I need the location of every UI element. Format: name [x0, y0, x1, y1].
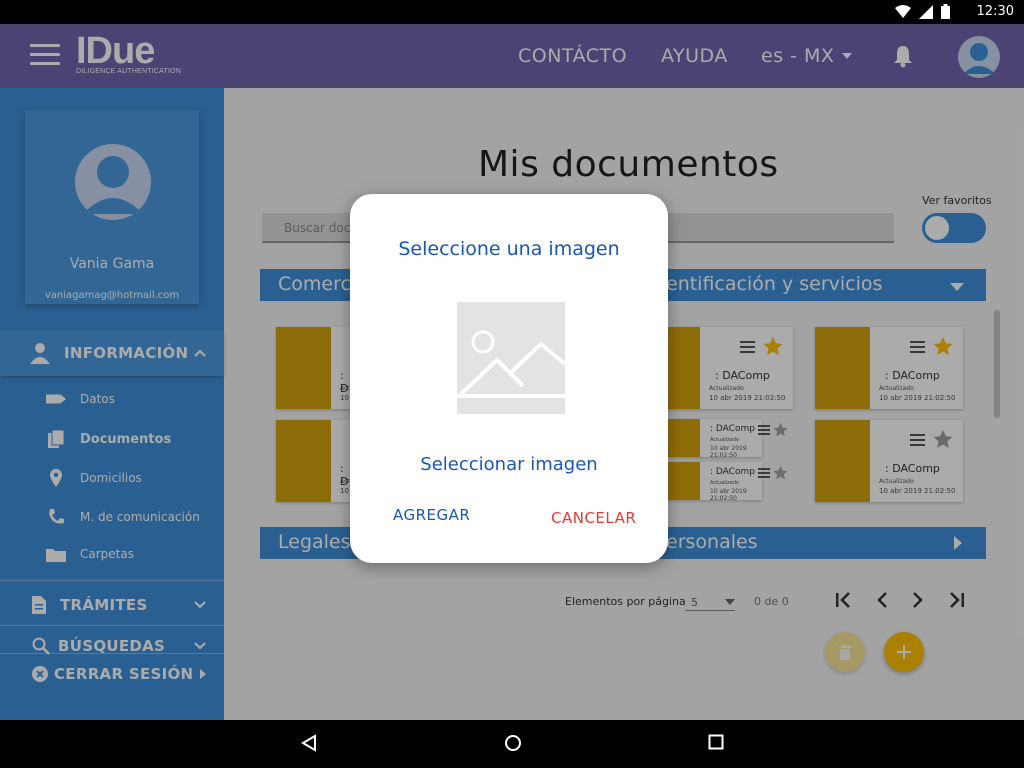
- cancel-button[interactable]: CANCELAR: [551, 509, 636, 527]
- status-bar: 12:30: [0, 0, 1024, 24]
- image-placeholder-icon[interactable]: [457, 302, 565, 414]
- back-icon[interactable]: [300, 734, 318, 752]
- recents-icon[interactable]: [708, 734, 724, 750]
- home-icon[interactable]: [504, 734, 522, 752]
- add-button[interactable]: AGREGAR: [393, 506, 470, 524]
- select-image-dialog: Seleccione una imagen Seleccionar imagen…: [350, 194, 668, 563]
- select-image-link[interactable]: Seleccionar imagen: [350, 454, 668, 475]
- wifi-icon: [895, 4, 911, 18]
- battery-icon: [941, 4, 950, 19]
- signal-icon: [919, 4, 933, 19]
- system-nav-bar: [0, 720, 1024, 768]
- modal-backdrop-top[interactable]: [0, 24, 1024, 88]
- dialog-title: Seleccione una imagen: [398, 238, 620, 260]
- clock: 12:30: [976, 4, 1014, 19]
